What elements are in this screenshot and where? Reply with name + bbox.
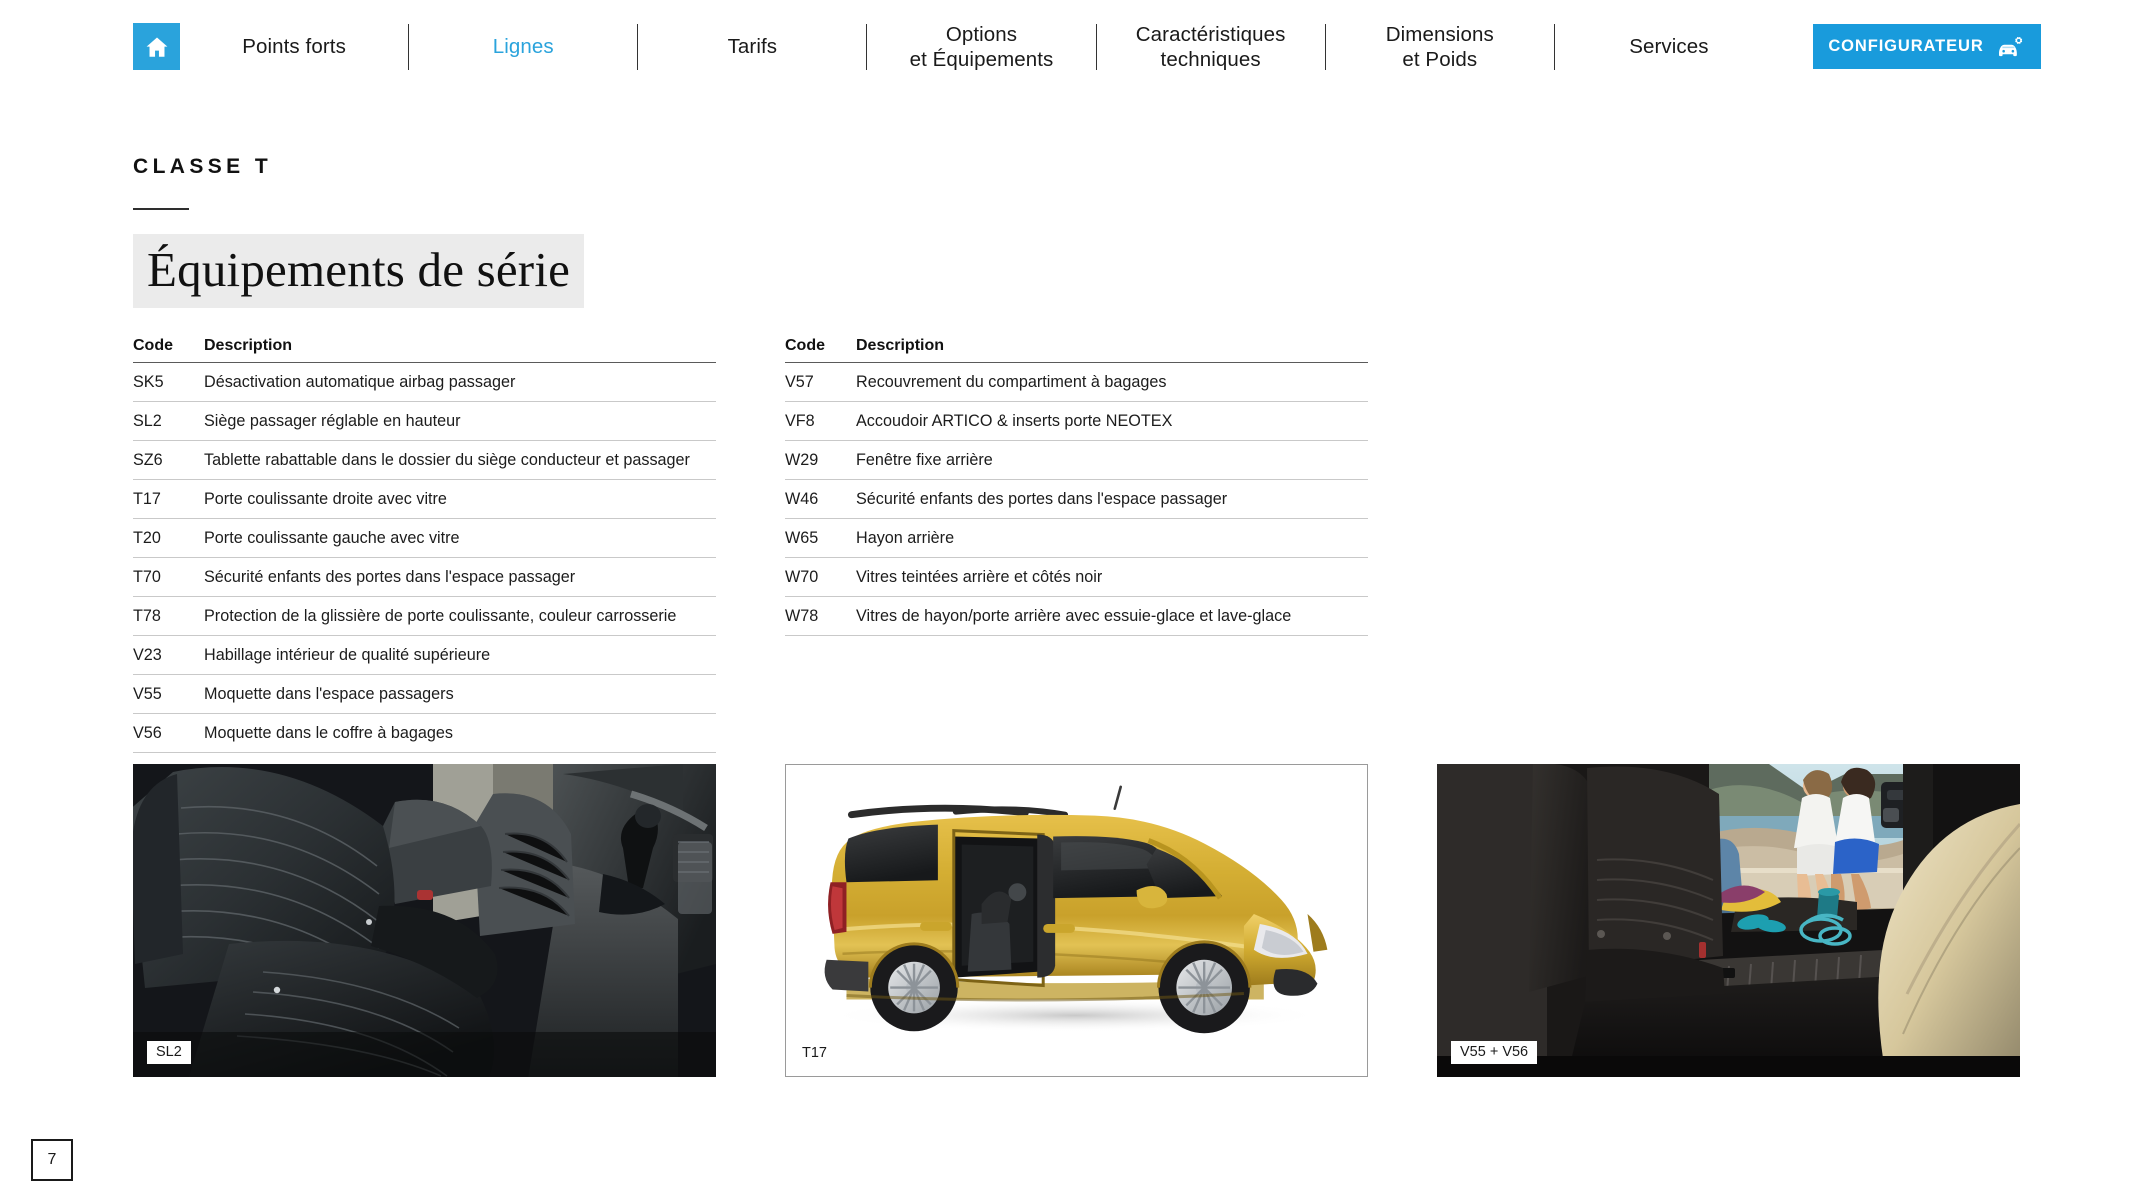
cell-description: Vitres teintées arrière et côtés noir — [856, 568, 1103, 586]
cell-code: V23 — [133, 646, 162, 664]
photo-van-side[interactable]: T17 — [785, 764, 1368, 1077]
table-row: T17 Porte coulissante droite avec vitre — [133, 480, 716, 519]
column-header-code: Code — [785, 337, 825, 354]
table-header-row: Code Description — [133, 337, 716, 363]
cell-description: Porte coulissante gauche avec vitre — [204, 529, 460, 547]
cell-description: Sécurité enfants des portes dans l'espac… — [856, 490, 1228, 508]
cell-code: W46 — [785, 490, 819, 508]
photo-interior-seats[interactable]: SL2 — [133, 764, 716, 1077]
cell-description: Moquette dans l'espace passagers — [204, 685, 454, 703]
cell-code: SK5 — [133, 373, 164, 391]
nav-item-lignes[interactable]: Lignes — [409, 34, 637, 59]
nav-item-caracteristiques-techniques[interactable]: Caractéristiques techniques — [1097, 22, 1325, 72]
page-eyebrow: CLASSE T — [133, 155, 273, 178]
page-number: 7 — [31, 1139, 73, 1181]
cell-description: Hayon arrière — [856, 529, 955, 547]
cell-description: Tablette rabattable dans le dossier du s… — [204, 451, 690, 469]
table-row: T20 Porte coulissante gauche avec vitre — [133, 519, 716, 558]
cell-code: T70 — [133, 568, 161, 586]
cell-description: Recouvrement du compartiment à bagages — [856, 373, 1167, 391]
cell-description: Fenêtre fixe arrière — [856, 451, 993, 469]
configurateur-label: CONFIGURATEUR — [1828, 37, 1984, 55]
page-title: Équipements de série — [133, 234, 585, 308]
table-row: W46 Sécurité enfants des portes dans l'e… — [785, 480, 1368, 519]
table-header-row: Code Description — [785, 337, 1368, 363]
home-button[interactable] — [133, 23, 180, 70]
cell-code: V55 — [133, 685, 162, 703]
cell-description: Siège passager réglable en hauteur — [204, 412, 461, 430]
cell-code: T17 — [133, 490, 161, 508]
top-navigation: Points forts Lignes Tarifs Options et Éq… — [0, 0, 2133, 93]
table-row: T70 Sécurité enfants des portes dans l'e… — [133, 558, 716, 597]
cell-description: Habillage intérieur de qualité supérieur… — [204, 646, 491, 664]
cell-code: SZ6 — [133, 451, 163, 469]
table-row: T78 Protection de la glissière de porte … — [133, 597, 716, 636]
cell-description: Protection de la glissière de porte coul… — [204, 607, 677, 625]
cell-code: VF8 — [785, 412, 815, 430]
table-row: V56 Moquette dans le coffre à bagages — [133, 714, 716, 753]
home-icon — [144, 34, 170, 60]
photo-caption: SL2 — [147, 1040, 191, 1064]
table-row: SK5 Désactivation automatique airbag pas… — [133, 363, 716, 402]
cell-code: SL2 — [133, 412, 162, 430]
equipment-table-right: Code Description V57 Recouvrement du com… — [785, 337, 1368, 753]
table-row: V55 Moquette dans l'espace passagers — [133, 675, 716, 714]
table-row: W70 Vitres teintées arrière et côtés noi… — [785, 558, 1368, 597]
table-row: SL2 Siège passager réglable en hauteur — [133, 402, 716, 441]
photo-gallery: SL2 T17 V55 + V56 — [133, 764, 2020, 1077]
column-header-description: Description — [856, 337, 945, 354]
car-gear-icon — [1996, 35, 2026, 59]
cell-code: W70 — [785, 568, 819, 586]
nav-item-list: Points forts Lignes Tarifs Options et Éq… — [180, 0, 1783, 93]
nav-item-options-et-equipements[interactable]: Options et Équipements — [867, 22, 1095, 72]
table-row: W78 Vitres de hayon/porte arrière avec e… — [785, 597, 1368, 636]
cell-code: T78 — [133, 607, 161, 625]
table-row: W65 Hayon arrière — [785, 519, 1368, 558]
table-row: V57 Recouvrement du compartiment à bagag… — [785, 363, 1368, 402]
cell-code: W65 — [785, 529, 819, 547]
brochure-page: Points forts Lignes Tarifs Options et Éq… — [0, 0, 2133, 1200]
cell-description: Accoudoir ARTICO & inserts porte NEOTEX — [856, 412, 1173, 430]
title-rule — [133, 208, 189, 210]
nav-item-services[interactable]: Services — [1555, 34, 1783, 59]
cell-description: Vitres de hayon/porte arrière avec essui… — [856, 607, 1292, 625]
cell-description: Sécurité enfants des portes dans l'espac… — [204, 568, 576, 586]
nav-item-tarifs[interactable]: Tarifs — [638, 34, 866, 59]
column-header-description: Description — [204, 337, 293, 354]
table-row: V23 Habillage intérieur de qualité supér… — [133, 636, 716, 675]
photo-caption: T17 — [802, 1044, 827, 1061]
table-row: VF8 Accoudoir ARTICO & inserts porte NEO… — [785, 402, 1368, 441]
cell-code: V57 — [785, 373, 814, 391]
column-header-code: Code — [133, 337, 173, 354]
cell-code: W78 — [785, 607, 819, 625]
configurateur-button[interactable]: CONFIGURATEUR — [1813, 24, 2041, 69]
nav-item-points-forts[interactable]: Points forts — [180, 34, 408, 59]
photo-caption: V55 + V56 — [1451, 1040, 1538, 1064]
nav-item-dimensions-et-poids[interactable]: Dimensions et Poids — [1326, 22, 1554, 72]
cell-code: V56 — [133, 724, 162, 742]
cell-code: T20 — [133, 529, 161, 547]
cell-description: Porte coulissante droite avec vitre — [204, 490, 447, 508]
table-row: W29 Fenêtre fixe arrière — [785, 441, 1368, 480]
equipment-tables: Code Description SK5 Désactivation autom… — [133, 337, 2002, 753]
cell-code: W29 — [785, 451, 819, 469]
equipment-table-left: Code Description SK5 Désactivation autom… — [133, 337, 716, 753]
photo-boot-carpet[interactable]: V55 + V56 — [1437, 764, 2020, 1077]
cell-description: Désactivation automatique airbag passage… — [204, 373, 516, 391]
table-row: SZ6 Tablette rabattable dans le dossier … — [133, 441, 716, 480]
cell-description: Moquette dans le coffre à bagages — [204, 724, 453, 742]
